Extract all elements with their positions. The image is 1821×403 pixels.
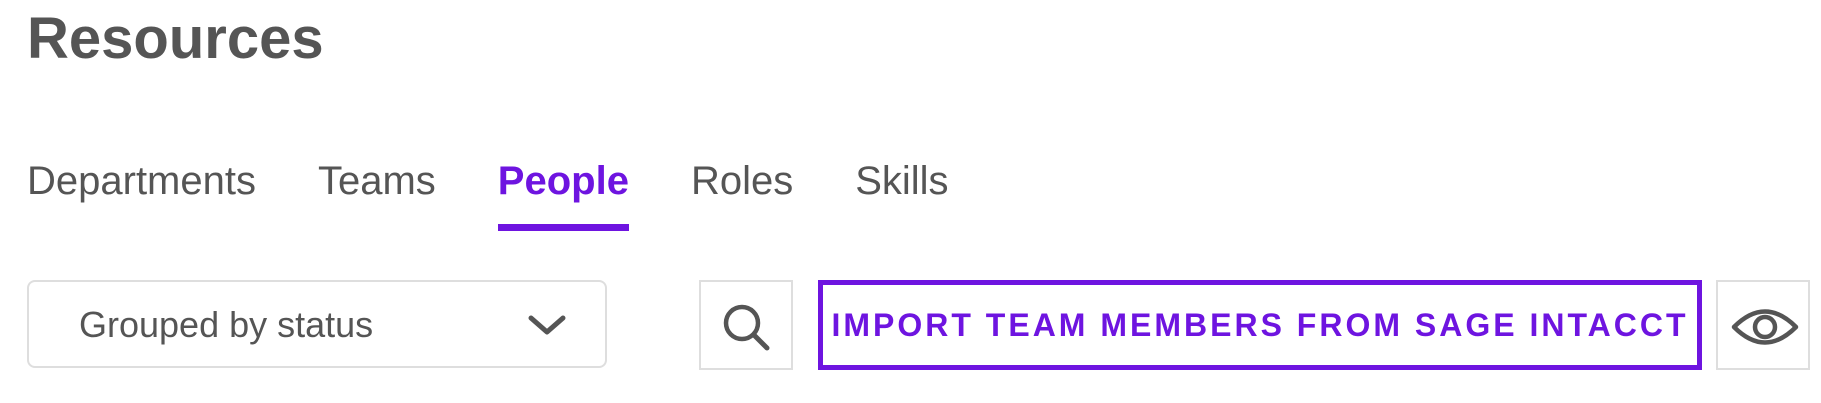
tab-people[interactable]: People xyxy=(497,156,630,231)
search-icon xyxy=(723,304,770,351)
people-toolbar: Grouped by status IMPORT TEAM MEMBERS FR… xyxy=(27,280,1817,372)
group-by-select[interactable]: Grouped by status xyxy=(27,280,607,368)
page-title: Resources xyxy=(27,6,324,71)
tab-departments[interactable]: Departments xyxy=(27,156,256,206)
tab-teams[interactable]: Teams xyxy=(318,156,436,206)
resources-page: Resources Departments Teams People Roles… xyxy=(0,0,1821,403)
tab-roles[interactable]: Roles xyxy=(691,156,793,206)
visibility-button[interactable] xyxy=(1716,280,1810,370)
resource-tabs: Departments Teams People Roles Skills xyxy=(27,156,1011,236)
tab-skills[interactable]: Skills xyxy=(855,156,948,206)
chevron-down-icon xyxy=(528,315,566,335)
eye-icon xyxy=(1731,309,1799,345)
import-team-members-button[interactable]: IMPORT TEAM MEMBERS FROM SAGE INTACCT xyxy=(818,280,1702,370)
search-button[interactable] xyxy=(699,280,793,370)
group-by-value: Grouped by status xyxy=(79,304,374,345)
